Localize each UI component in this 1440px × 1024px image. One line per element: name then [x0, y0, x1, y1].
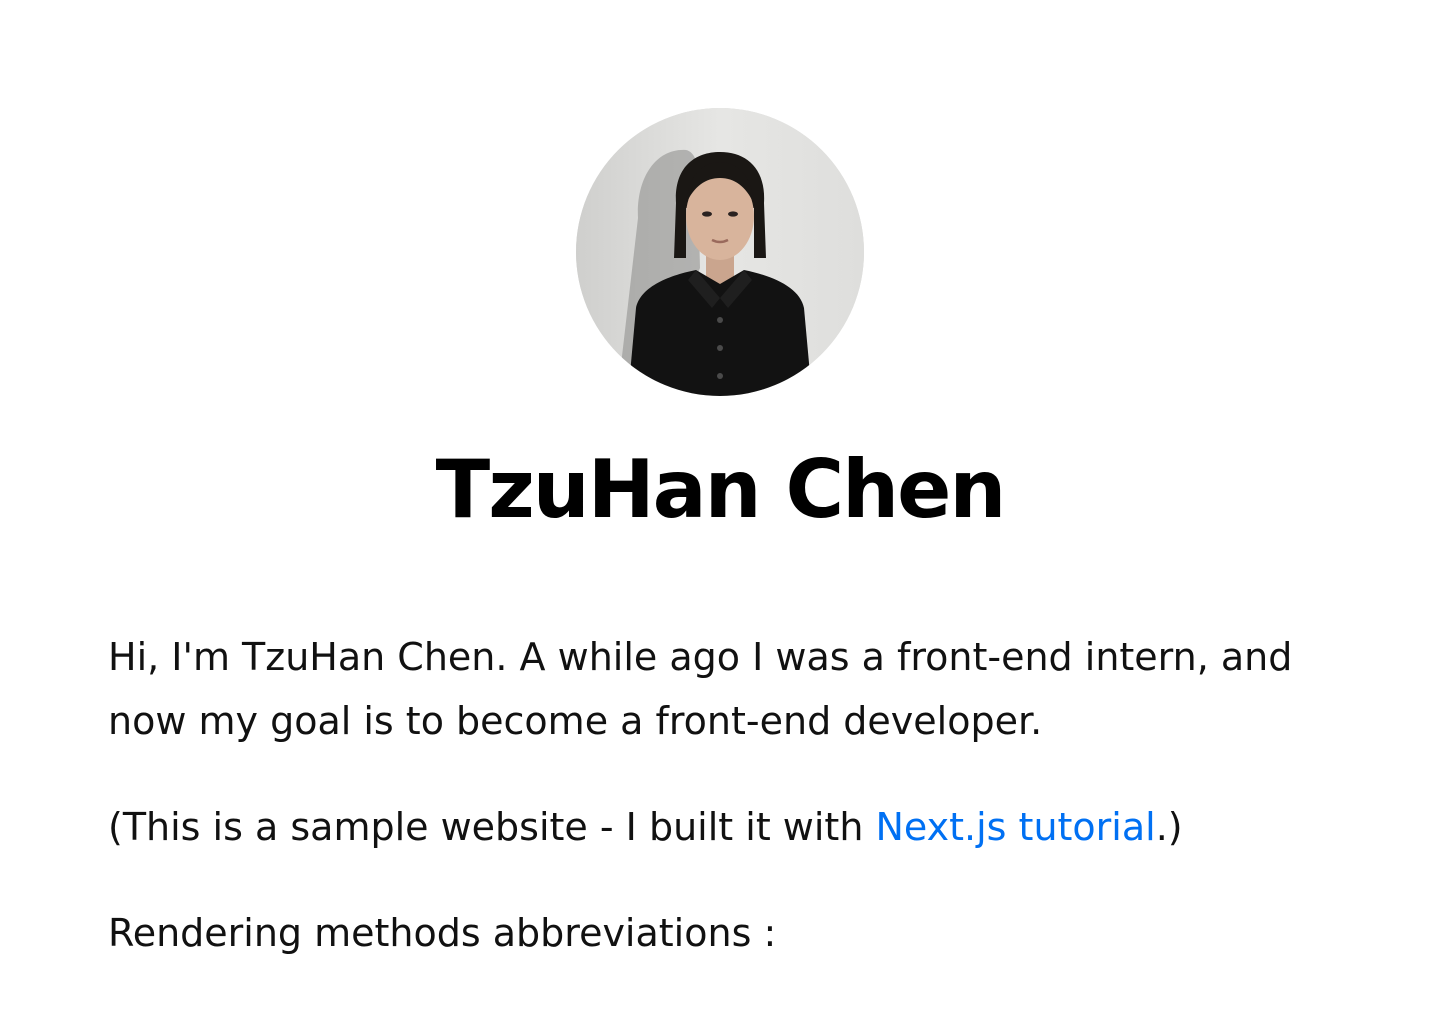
- intro-section: Hi, I'm TzuHan Chen. A while ago I was a…: [108, 625, 1328, 965]
- sample-prefix-text: (This is a sample website - I built it w…: [108, 805, 876, 849]
- profile-avatar: [576, 108, 864, 396]
- rendering-methods-heading: Rendering methods abbreviations :: [108, 911, 777, 955]
- profile-name: TzuHan Chen: [435, 443, 1007, 536]
- intro-paragraph: Hi, I'm TzuHan Chen. A while ago I was a…: [108, 635, 1293, 743]
- sample-paragraph: (This is a sample website - I built it w…: [108, 795, 1328, 859]
- profile-photo-icon: [576, 108, 864, 396]
- home-page: TzuHan Chen Hi, I'm TzuHan Chen. A while…: [0, 0, 1440, 1024]
- sample-suffix-text: .): [1155, 805, 1183, 849]
- nextjs-tutorial-link[interactable]: Next.js tutorial: [876, 805, 1156, 849]
